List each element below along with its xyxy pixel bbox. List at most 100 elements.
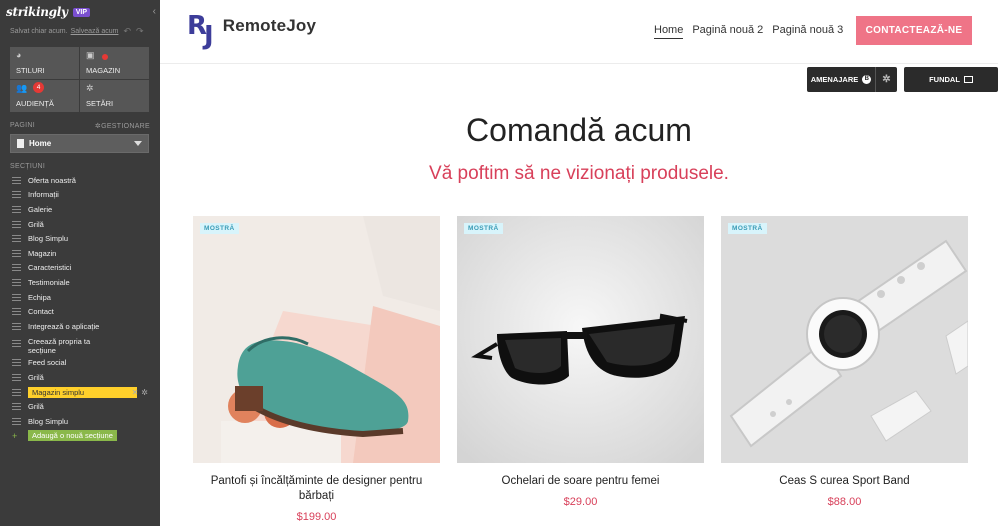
tile-audience[interactable]: 👥 4 AUDIENȚĂ — [10, 80, 79, 112]
section-item[interactable]: Blog Simplu — [0, 414, 160, 429]
drag-handle-icon[interactable] — [12, 293, 21, 301]
drag-handle-icon[interactable] — [12, 417, 21, 425]
tile-styles[interactable]: ◕ STILURI — [10, 47, 79, 79]
pages-label: PAGINI — [10, 122, 36, 129]
document-icon — [17, 139, 24, 148]
nav-link-home[interactable]: Home — [654, 24, 684, 39]
product-price: $88.00 — [827, 496, 862, 508]
drag-handle-icon[interactable] — [12, 403, 21, 411]
nav-link-page-2[interactable]: Pagină nouă 2 — [692, 24, 763, 39]
save-status: Salvat chiar acum. Salvează acum ↶ ↷ — [0, 24, 160, 39]
section-item[interactable]: Grilă — [0, 370, 160, 385]
notification-dot — [102, 54, 108, 60]
product-image-sunglasses[interactable]: MOSTRĂ — [457, 216, 704, 463]
gear-icon[interactable]: ✲ — [875, 67, 897, 92]
strikingly-logo: strikingly — [6, 5, 68, 19]
add-section-button[interactable]: + Adaugă o nouă secțiune — [0, 429, 160, 444]
tile-store[interactable]: ▣ MAGAZIN — [80, 47, 149, 79]
drag-handle-icon[interactable] — [12, 308, 21, 316]
site-brand[interactable]: RJ RemoteJoy — [187, 11, 317, 51]
drag-handle-icon[interactable] — [12, 235, 21, 243]
tile-label: SETĂRI — [86, 99, 114, 108]
sections-header: SECȚIUNI — [0, 163, 160, 170]
current-page: Home — [29, 139, 52, 148]
product-card[interactable]: MOSTRĂ — [193, 216, 440, 523]
section-item[interactable]: Integrează o aplicație — [0, 319, 160, 334]
product-image-shoe[interactable]: MOSTRĂ — [193, 216, 440, 463]
section-item-active[interactable]: Magazin simplu ✕✲ — [0, 385, 160, 400]
drag-handle-icon[interactable] — [12, 249, 21, 257]
section-item[interactable]: Oferta noastră — [0, 173, 160, 188]
drag-handle-icon[interactable] — [12, 278, 21, 286]
drag-handle-icon[interactable] — [12, 205, 21, 213]
section-list: Oferta noastră Informații Galerie Grilă … — [0, 173, 160, 443]
background-button[interactable]: FUNDAL — [904, 67, 998, 92]
gear-icon: ✲ — [86, 83, 94, 93]
plus-icon: + — [12, 430, 18, 441]
shopping-bag-icon: ▣ — [86, 50, 95, 60]
drag-handle-icon[interactable] — [12, 264, 21, 272]
audience-count-badge: 4 — [33, 82, 44, 93]
product-price: $199.00 — [296, 511, 337, 523]
layout-badge-icon: B — [862, 75, 872, 84]
product-card[interactable]: MOSTRĂ — [457, 216, 704, 523]
drag-handle-icon[interactable] — [12, 339, 21, 347]
drag-handle-icon[interactable] — [12, 176, 21, 184]
save-now-link[interactable]: Salvează acum — [71, 28, 119, 35]
section-item[interactable]: Grilă — [0, 399, 160, 414]
drag-handle-icon[interactable] — [12, 322, 21, 330]
product-card[interactable]: MOSTRĂ — [721, 216, 968, 523]
section-item[interactable]: Blog Simplu — [0, 231, 160, 246]
drag-handle-icon[interactable] — [12, 191, 21, 199]
editor-sidebar: strikingly VIP ‹ Salvat chiar acum. Salv… — [0, 0, 160, 526]
drag-handle-icon[interactable] — [12, 388, 21, 396]
close-icon[interactable]: ✕ — [132, 388, 142, 397]
contact-button[interactable]: CONTACTEAZĂ-NE — [856, 16, 972, 45]
section-item[interactable]: Echipa — [0, 290, 160, 305]
section-edit-toolbar: AMENAJARE B ✲ FUNDAL — [807, 67, 998, 92]
section-item[interactable]: Caracteristici — [0, 261, 160, 276]
section-item[interactable]: Creează propria ta secțiune — [0, 334, 160, 356]
section-item[interactable]: Feed social — [0, 356, 160, 371]
tile-label: AUDIENȚĂ — [16, 99, 54, 108]
sidebar-tiles: ◕ STILURI ▣ MAGAZIN 👥 4 AUDIENȚĂ ✲ SETĂR… — [10, 47, 149, 112]
gear-icon[interactable]: ✲ — [141, 388, 151, 397]
tile-settings[interactable]: ✲ SETĂRI — [80, 80, 149, 112]
collapse-sidebar-icon[interactable]: ‹ — [153, 6, 156, 17]
manage-pages-link[interactable]: ✲GESTIONARE — [95, 122, 150, 130]
saved-text: Salvat chiar acum. — [10, 28, 68, 35]
layout-button[interactable]: AMENAJARE B ✲ — [807, 67, 897, 92]
product-image-watch[interactable]: MOSTRĂ — [721, 216, 968, 463]
site-navbar: RJ RemoteJoy Home Pagină nouă 2 Pagină n… — [160, 0, 998, 64]
section-item[interactable]: Galerie — [0, 202, 160, 217]
drag-handle-icon[interactable] — [12, 359, 21, 367]
section-subtitle: Vă poftim să ne vizionați produsele. — [429, 163, 729, 184]
product-grid: MOSTRĂ Pantofi și încălțăminte de design… — [193, 216, 968, 523]
section-item[interactable]: Contact — [0, 304, 160, 319]
shoe-image — [193, 216, 440, 463]
drag-handle-icon[interactable] — [12, 220, 21, 228]
sidebar-header: strikingly VIP ‹ — [0, 0, 160, 24]
brand-logo-icon: RJ — [187, 11, 214, 51]
editor-app: strikingly VIP ‹ Salvat chiar acum. Salv… — [0, 0, 998, 526]
image-icon — [963, 76, 973, 83]
watch-image — [721, 216, 968, 463]
section-item[interactable]: Informații — [0, 188, 160, 203]
product-name[interactable]: Ceas S curea Sport Band — [721, 474, 968, 489]
brand-name: RemoteJoy — [222, 16, 317, 35]
sample-badge: MOSTRĂ — [464, 223, 503, 234]
product-name[interactable]: Ochelari de soare pentru femei — [457, 474, 704, 489]
sunglasses-image — [457, 216, 704, 463]
nav-link-page-3[interactable]: Pagină nouă 3 — [772, 24, 843, 39]
redo-icon[interactable]: ↷ — [136, 26, 144, 37]
drag-handle-icon[interactable] — [12, 373, 21, 381]
users-icon: 👥 — [16, 83, 28, 93]
section-item[interactable]: Testimoniale — [0, 275, 160, 290]
chevron-down-icon — [134, 141, 142, 146]
page-selector[interactable]: Home — [10, 134, 149, 153]
tile-label: MAGAZIN — [86, 66, 121, 75]
section-item[interactable]: Grilă — [0, 217, 160, 232]
undo-icon[interactable]: ↶ — [123, 26, 131, 37]
section-item[interactable]: Magazin — [0, 246, 160, 261]
product-name[interactable]: Pantofi și încălțăminte de designer pent… — [193, 474, 440, 504]
